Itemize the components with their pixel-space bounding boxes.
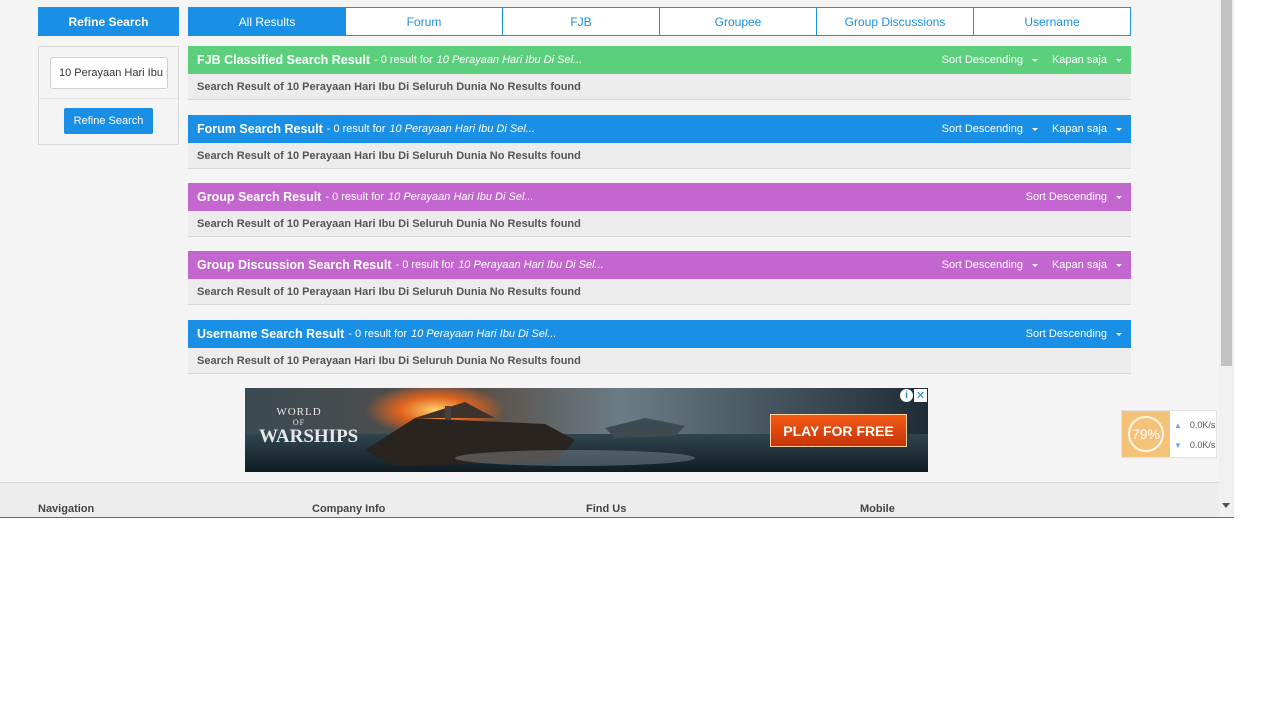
sort-label: Sort Descending: [941, 123, 1023, 135]
footer: Navigation Company Info Find Us Mobile: [0, 482, 1219, 518]
sort-dropdown[interactable]: Sort Descending: [1026, 328, 1122, 340]
section-header: Forum Search Result - 0 result for 10 Pe…: [188, 115, 1131, 143]
query-text: 10 Perayaan Hari Ibu Di Sel...: [458, 259, 604, 271]
username-result-section: Username Search Result - 0 result for 10…: [188, 320, 1131, 374]
vertical-scrollbar[interactable]: [1219, 0, 1234, 518]
sort-dropdown[interactable]: Sort Descending: [1026, 191, 1122, 203]
result-count: - 0 result for: [326, 123, 386, 135]
time-dropdown[interactable]: Kapan saja: [1052, 123, 1122, 135]
scroll-down-icon[interactable]: [1222, 503, 1230, 508]
query-text: 10 Perayaan Hari Ibu Di Sel...: [410, 328, 557, 340]
time-dropdown[interactable]: Kapan saja: [1052, 54, 1122, 66]
tab-all-results[interactable]: All Results: [189, 8, 345, 35]
chevron-down-icon: [1116, 263, 1122, 267]
query-text: 10 Perayaan Hari Ibu Di Sel...: [388, 191, 534, 203]
info-icon[interactable]: i: [900, 389, 913, 402]
section-header: FJB Classified Search Result - 0 result …: [188, 46, 1131, 74]
logo-world-text: WORLD: [276, 406, 322, 418]
tab-groupee[interactable]: Groupee: [659, 8, 816, 35]
footer-find-us-heading: Find Us: [586, 503, 627, 515]
section-body: Search Result of 10 Perayaan Hari Ibu Di…: [188, 348, 1131, 374]
group-result-section: Group Search Result - 0 result for 10 Pe…: [188, 183, 1131, 237]
chevron-down-icon: [1116, 58, 1122, 62]
page-viewport: Refine Search 10 Perayaan Hari Ibu Di Se…: [0, 0, 1234, 518]
section-body: Search Result of 10 Perayaan Hari Ibu Di…: [188, 279, 1131, 305]
ad-banner[interactable]: WORLD OF WARSHIPS PLAY FOR FREE i ✕: [245, 388, 928, 472]
arrow-up-icon: ▲: [1174, 420, 1182, 430]
net-speed-widget[interactable]: 79% ▲ 0.0K/s ▼ 0.0K/s: [1121, 410, 1217, 458]
time-label: Kapan saja: [1051, 259, 1107, 271]
chevron-down-icon: [1031, 263, 1038, 267]
section-title[interactable]: Username Search Result: [197, 327, 344, 341]
footer-mobile-heading: Mobile: [860, 503, 895, 515]
panel-divider: [39, 98, 178, 99]
chevron-down-icon: [1116, 332, 1122, 336]
sort-label: Sort Descending: [1025, 191, 1107, 203]
section-header: Group Search Result - 0 result for 10 Pe…: [188, 183, 1131, 211]
sort-dropdown[interactable]: Sort Descending: [942, 259, 1038, 271]
result-count: - 0 result for: [395, 259, 455, 271]
sort-label: Sort Descending: [941, 259, 1023, 271]
tab-group-discussions[interactable]: Group Discussions: [816, 8, 973, 35]
tab-fjb[interactable]: FJB: [502, 8, 659, 35]
group-discussion-result-section: Group Discussion Search Result - 0 resul…: [188, 251, 1131, 305]
sort-label: Sort Descending: [941, 54, 1023, 66]
result-count: - 0 result for: [348, 328, 407, 340]
logo-main-text: WARSHIPS: [259, 426, 359, 447]
section-body: Search Result of 10 Perayaan Hari Ibu Di…: [188, 211, 1131, 237]
time-label: Kapan saja: [1051, 54, 1107, 66]
result-count: - 0 result for: [325, 191, 385, 203]
refine-search-input[interactable]: 10 Perayaan Hari Ibu Di Seluruh Dunia: [50, 57, 168, 89]
arrow-down-icon: ▼: [1174, 440, 1182, 450]
section-header: Username Search Result - 0 result for 10…: [188, 320, 1131, 348]
download-speed: 0.0K/s: [1189, 440, 1216, 450]
footer-navigation-heading: Navigation: [38, 503, 95, 515]
tab-forum[interactable]: Forum: [345, 8, 502, 35]
chevron-down-icon: [1031, 58, 1038, 62]
time-dropdown[interactable]: Kapan saja: [1052, 259, 1122, 271]
query-text: 10 Perayaan Hari Ibu Di Sel...: [436, 54, 583, 66]
world-of-warships-logo: WORLD OF WARSHIPS: [259, 406, 359, 447]
section-title[interactable]: Group Search Result: [197, 190, 321, 204]
forum-result-section: Forum Search Result - 0 result for 10 Pe…: [188, 115, 1131, 169]
section-title[interactable]: FJB Classified Search Result: [197, 53, 370, 67]
refine-search-button[interactable]: Refine Search: [64, 108, 153, 134]
sort-dropdown[interactable]: Sort Descending: [942, 54, 1038, 66]
blank-area: [0, 518, 1280, 720]
sort-label: Sort Descending: [1025, 328, 1107, 340]
sort-dropdown[interactable]: Sort Descending: [942, 123, 1038, 135]
upload-speed: 0.0K/s: [1189, 420, 1216, 430]
play-for-free-button[interactable]: PLAY FOR FREE: [770, 414, 907, 447]
result-count: - 0 result for: [373, 54, 433, 66]
footer-company-info-heading: Company Info: [312, 503, 386, 515]
memory-usage-indicator: 79%: [1122, 411, 1170, 457]
refine-search-panel: 10 Perayaan Hari Ibu Di Seluruh Dunia Re…: [38, 46, 179, 145]
section-header: Group Discussion Search Result - 0 resul…: [188, 251, 1131, 279]
refine-search-header: Refine Search: [38, 7, 179, 36]
tab-username[interactable]: Username: [973, 8, 1130, 35]
chevron-down-icon: [1031, 127, 1038, 131]
result-tabs: All Results Forum FJB Groupee Group Disc…: [188, 7, 1131, 36]
upload-speed-row: ▲ 0.0K/s: [1174, 420, 1215, 430]
section-body: Search Result of 10 Perayaan Hari Ibu Di…: [188, 143, 1131, 169]
section-title[interactable]: Forum Search Result: [197, 122, 323, 136]
time-label: Kapan saja: [1051, 123, 1107, 135]
usage-percent: 79%: [1128, 416, 1164, 452]
chevron-down-icon: [1116, 127, 1122, 131]
scrollbar-thumb[interactable]: [1221, 0, 1232, 366]
section-body: Search Result of 10 Perayaan Hari Ibu Di…: [188, 74, 1131, 100]
section-title[interactable]: Group Discussion Search Result: [197, 258, 392, 272]
chevron-down-icon: [1116, 195, 1122, 199]
download-speed-row: ▼ 0.0K/s: [1174, 440, 1215, 450]
query-text: 10 Perayaan Hari Ibu Di Sel...: [389, 123, 535, 135]
close-icon[interactable]: ✕: [914, 389, 927, 402]
fjb-result-section: FJB Classified Search Result - 0 result …: [188, 46, 1131, 100]
